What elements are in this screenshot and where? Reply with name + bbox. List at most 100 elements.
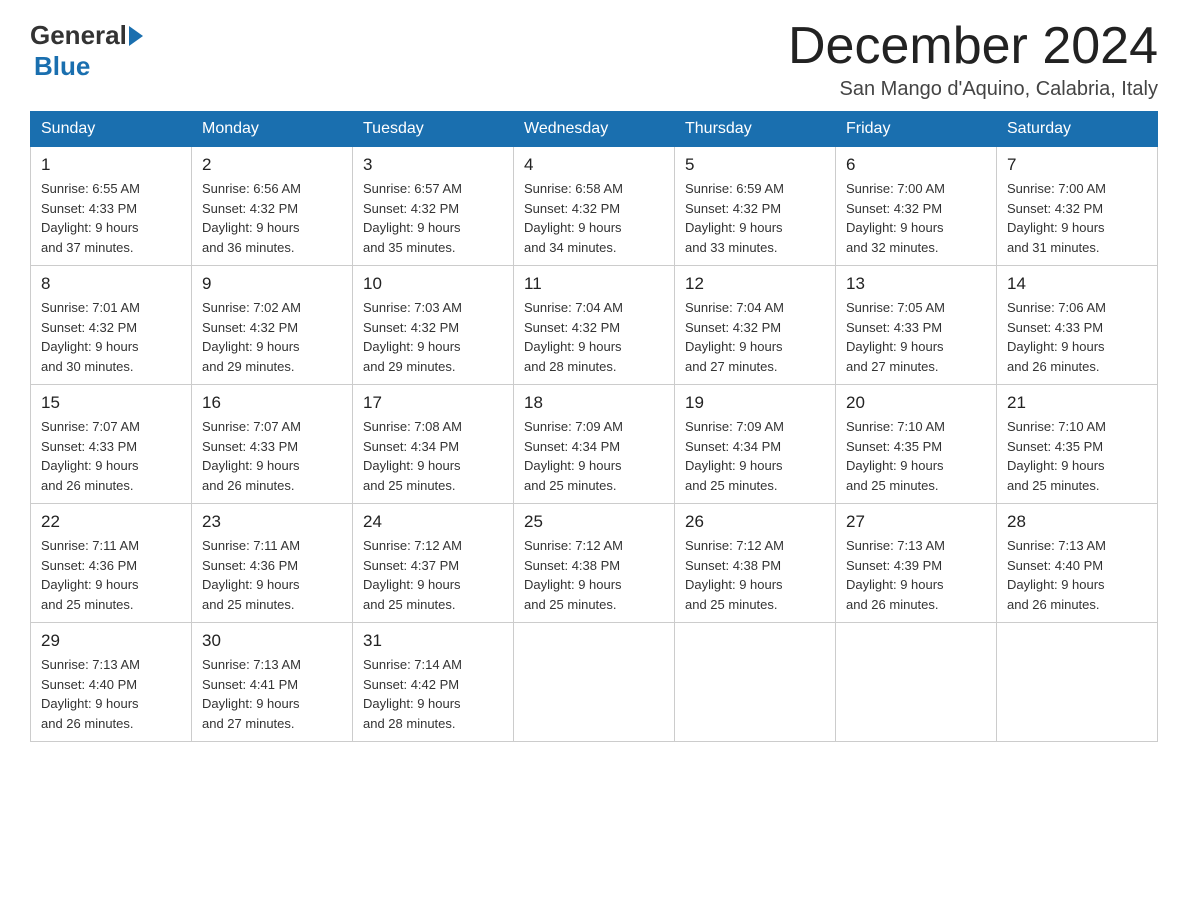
calendar-cell: 6 Sunrise: 7:00 AM Sunset: 4:32 PM Dayli… [836, 147, 997, 266]
calendar-cell: 8 Sunrise: 7:01 AM Sunset: 4:32 PM Dayli… [31, 266, 192, 385]
calendar-cell: 29 Sunrise: 7:13 AM Sunset: 4:40 PM Dayl… [31, 623, 192, 742]
month-title: December 2024 [788, 20, 1158, 72]
day-number: 12 [685, 274, 825, 294]
calendar-cell: 18 Sunrise: 7:09 AM Sunset: 4:34 PM Dayl… [514, 385, 675, 504]
day-info: Sunrise: 7:10 AM Sunset: 4:35 PM Dayligh… [1007, 417, 1147, 495]
calendar-cell [836, 623, 997, 742]
day-number: 19 [685, 393, 825, 413]
calendar-cell: 26 Sunrise: 7:12 AM Sunset: 4:38 PM Dayl… [675, 504, 836, 623]
day-number: 3 [363, 155, 503, 175]
calendar-cell: 13 Sunrise: 7:05 AM Sunset: 4:33 PM Dayl… [836, 266, 997, 385]
day-number: 14 [1007, 274, 1147, 294]
calendar-cell: 15 Sunrise: 7:07 AM Sunset: 4:33 PM Dayl… [31, 385, 192, 504]
day-number: 15 [41, 393, 181, 413]
calendar-cell: 1 Sunrise: 6:55 AM Sunset: 4:33 PM Dayli… [31, 147, 192, 266]
calendar-week-row: 8 Sunrise: 7:01 AM Sunset: 4:32 PM Dayli… [31, 266, 1158, 385]
logo-blue-text: Blue [34, 51, 143, 82]
calendar-cell: 25 Sunrise: 7:12 AM Sunset: 4:38 PM Dayl… [514, 504, 675, 623]
day-number: 20 [846, 393, 986, 413]
day-info: Sunrise: 7:12 AM Sunset: 4:38 PM Dayligh… [685, 536, 825, 614]
weekday-header-thursday: Thursday [675, 112, 836, 147]
calendar-cell: 23 Sunrise: 7:11 AM Sunset: 4:36 PM Dayl… [192, 504, 353, 623]
day-info: Sunrise: 7:13 AM Sunset: 4:39 PM Dayligh… [846, 536, 986, 614]
day-info: Sunrise: 7:04 AM Sunset: 4:32 PM Dayligh… [685, 298, 825, 376]
day-info: Sunrise: 7:05 AM Sunset: 4:33 PM Dayligh… [846, 298, 986, 376]
day-number: 25 [524, 512, 664, 532]
day-number: 4 [524, 155, 664, 175]
weekday-header-tuesday: Tuesday [353, 112, 514, 147]
logo-general-text: General [30, 20, 127, 51]
day-number: 26 [685, 512, 825, 532]
calendar-cell: 11 Sunrise: 7:04 AM Sunset: 4:32 PM Dayl… [514, 266, 675, 385]
weekday-header-wednesday: Wednesday [514, 112, 675, 147]
calendar-cell: 14 Sunrise: 7:06 AM Sunset: 4:33 PM Dayl… [997, 266, 1158, 385]
weekday-header-monday: Monday [192, 112, 353, 147]
calendar-cell: 27 Sunrise: 7:13 AM Sunset: 4:39 PM Dayl… [836, 504, 997, 623]
day-number: 7 [1007, 155, 1147, 175]
calendar-cell: 3 Sunrise: 6:57 AM Sunset: 4:32 PM Dayli… [353, 147, 514, 266]
day-info: Sunrise: 7:00 AM Sunset: 4:32 PM Dayligh… [846, 179, 986, 257]
day-number: 13 [846, 274, 986, 294]
day-info: Sunrise: 7:14 AM Sunset: 4:42 PM Dayligh… [363, 655, 503, 733]
calendar-cell: 10 Sunrise: 7:03 AM Sunset: 4:32 PM Dayl… [353, 266, 514, 385]
calendar-cell [514, 623, 675, 742]
day-info: Sunrise: 7:04 AM Sunset: 4:32 PM Dayligh… [524, 298, 664, 376]
day-info: Sunrise: 7:13 AM Sunset: 4:40 PM Dayligh… [1007, 536, 1147, 614]
calendar-cell: 30 Sunrise: 7:13 AM Sunset: 4:41 PM Dayl… [192, 623, 353, 742]
day-info: Sunrise: 7:03 AM Sunset: 4:32 PM Dayligh… [363, 298, 503, 376]
day-number: 28 [1007, 512, 1147, 532]
calendar-cell: 21 Sunrise: 7:10 AM Sunset: 4:35 PM Dayl… [997, 385, 1158, 504]
weekday-header-friday: Friday [836, 112, 997, 147]
weekday-header-sunday: Sunday [31, 112, 192, 147]
calendar-cell: 16 Sunrise: 7:07 AM Sunset: 4:33 PM Dayl… [192, 385, 353, 504]
day-info: Sunrise: 7:10 AM Sunset: 4:35 PM Dayligh… [846, 417, 986, 495]
calendar-table: SundayMondayTuesdayWednesdayThursdayFrid… [30, 111, 1158, 742]
calendar-week-row: 15 Sunrise: 7:07 AM Sunset: 4:33 PM Dayl… [31, 385, 1158, 504]
day-info: Sunrise: 7:06 AM Sunset: 4:33 PM Dayligh… [1007, 298, 1147, 376]
logo-arrow-icon [129, 26, 143, 46]
day-number: 16 [202, 393, 342, 413]
calendar-cell: 19 Sunrise: 7:09 AM Sunset: 4:34 PM Dayl… [675, 385, 836, 504]
day-number: 9 [202, 274, 342, 294]
calendar-cell: 22 Sunrise: 7:11 AM Sunset: 4:36 PM Dayl… [31, 504, 192, 623]
day-info: Sunrise: 6:56 AM Sunset: 4:32 PM Dayligh… [202, 179, 342, 257]
day-number: 31 [363, 631, 503, 651]
day-number: 30 [202, 631, 342, 651]
day-number: 21 [1007, 393, 1147, 413]
calendar-cell: 20 Sunrise: 7:10 AM Sunset: 4:35 PM Dayl… [836, 385, 997, 504]
calendar-header-row: SundayMondayTuesdayWednesdayThursdayFrid… [31, 112, 1158, 147]
day-number: 18 [524, 393, 664, 413]
day-info: Sunrise: 7:00 AM Sunset: 4:32 PM Dayligh… [1007, 179, 1147, 257]
calendar-cell: 7 Sunrise: 7:00 AM Sunset: 4:32 PM Dayli… [997, 147, 1158, 266]
location-title: San Mango d'Aquino, Calabria, Italy [788, 78, 1158, 101]
day-info: Sunrise: 7:07 AM Sunset: 4:33 PM Dayligh… [41, 417, 181, 495]
day-number: 24 [363, 512, 503, 532]
day-info: Sunrise: 7:09 AM Sunset: 4:34 PM Dayligh… [685, 417, 825, 495]
calendar-cell: 31 Sunrise: 7:14 AM Sunset: 4:42 PM Dayl… [353, 623, 514, 742]
day-info: Sunrise: 7:01 AM Sunset: 4:32 PM Dayligh… [41, 298, 181, 376]
day-number: 10 [363, 274, 503, 294]
calendar-week-row: 1 Sunrise: 6:55 AM Sunset: 4:33 PM Dayli… [31, 147, 1158, 266]
day-number: 6 [846, 155, 986, 175]
weekday-header-saturday: Saturday [997, 112, 1158, 147]
day-info: Sunrise: 7:02 AM Sunset: 4:32 PM Dayligh… [202, 298, 342, 376]
calendar-cell: 9 Sunrise: 7:02 AM Sunset: 4:32 PM Dayli… [192, 266, 353, 385]
day-info: Sunrise: 6:58 AM Sunset: 4:32 PM Dayligh… [524, 179, 664, 257]
calendar-cell: 17 Sunrise: 7:08 AM Sunset: 4:34 PM Dayl… [353, 385, 514, 504]
calendar-cell: 4 Sunrise: 6:58 AM Sunset: 4:32 PM Dayli… [514, 147, 675, 266]
day-info: Sunrise: 6:59 AM Sunset: 4:32 PM Dayligh… [685, 179, 825, 257]
day-info: Sunrise: 6:57 AM Sunset: 4:32 PM Dayligh… [363, 179, 503, 257]
calendar-cell: 2 Sunrise: 6:56 AM Sunset: 4:32 PM Dayli… [192, 147, 353, 266]
day-number: 22 [41, 512, 181, 532]
page-header: General Blue December 2024 San Mango d'A… [30, 20, 1158, 101]
day-number: 27 [846, 512, 986, 532]
day-info: Sunrise: 7:11 AM Sunset: 4:36 PM Dayligh… [202, 536, 342, 614]
calendar-week-row: 29 Sunrise: 7:13 AM Sunset: 4:40 PM Dayl… [31, 623, 1158, 742]
day-info: Sunrise: 7:11 AM Sunset: 4:36 PM Dayligh… [41, 536, 181, 614]
day-info: Sunrise: 7:12 AM Sunset: 4:38 PM Dayligh… [524, 536, 664, 614]
day-info: Sunrise: 7:13 AM Sunset: 4:41 PM Dayligh… [202, 655, 342, 733]
day-info: Sunrise: 7:08 AM Sunset: 4:34 PM Dayligh… [363, 417, 503, 495]
day-number: 1 [41, 155, 181, 175]
calendar-week-row: 22 Sunrise: 7:11 AM Sunset: 4:36 PM Dayl… [31, 504, 1158, 623]
day-number: 5 [685, 155, 825, 175]
